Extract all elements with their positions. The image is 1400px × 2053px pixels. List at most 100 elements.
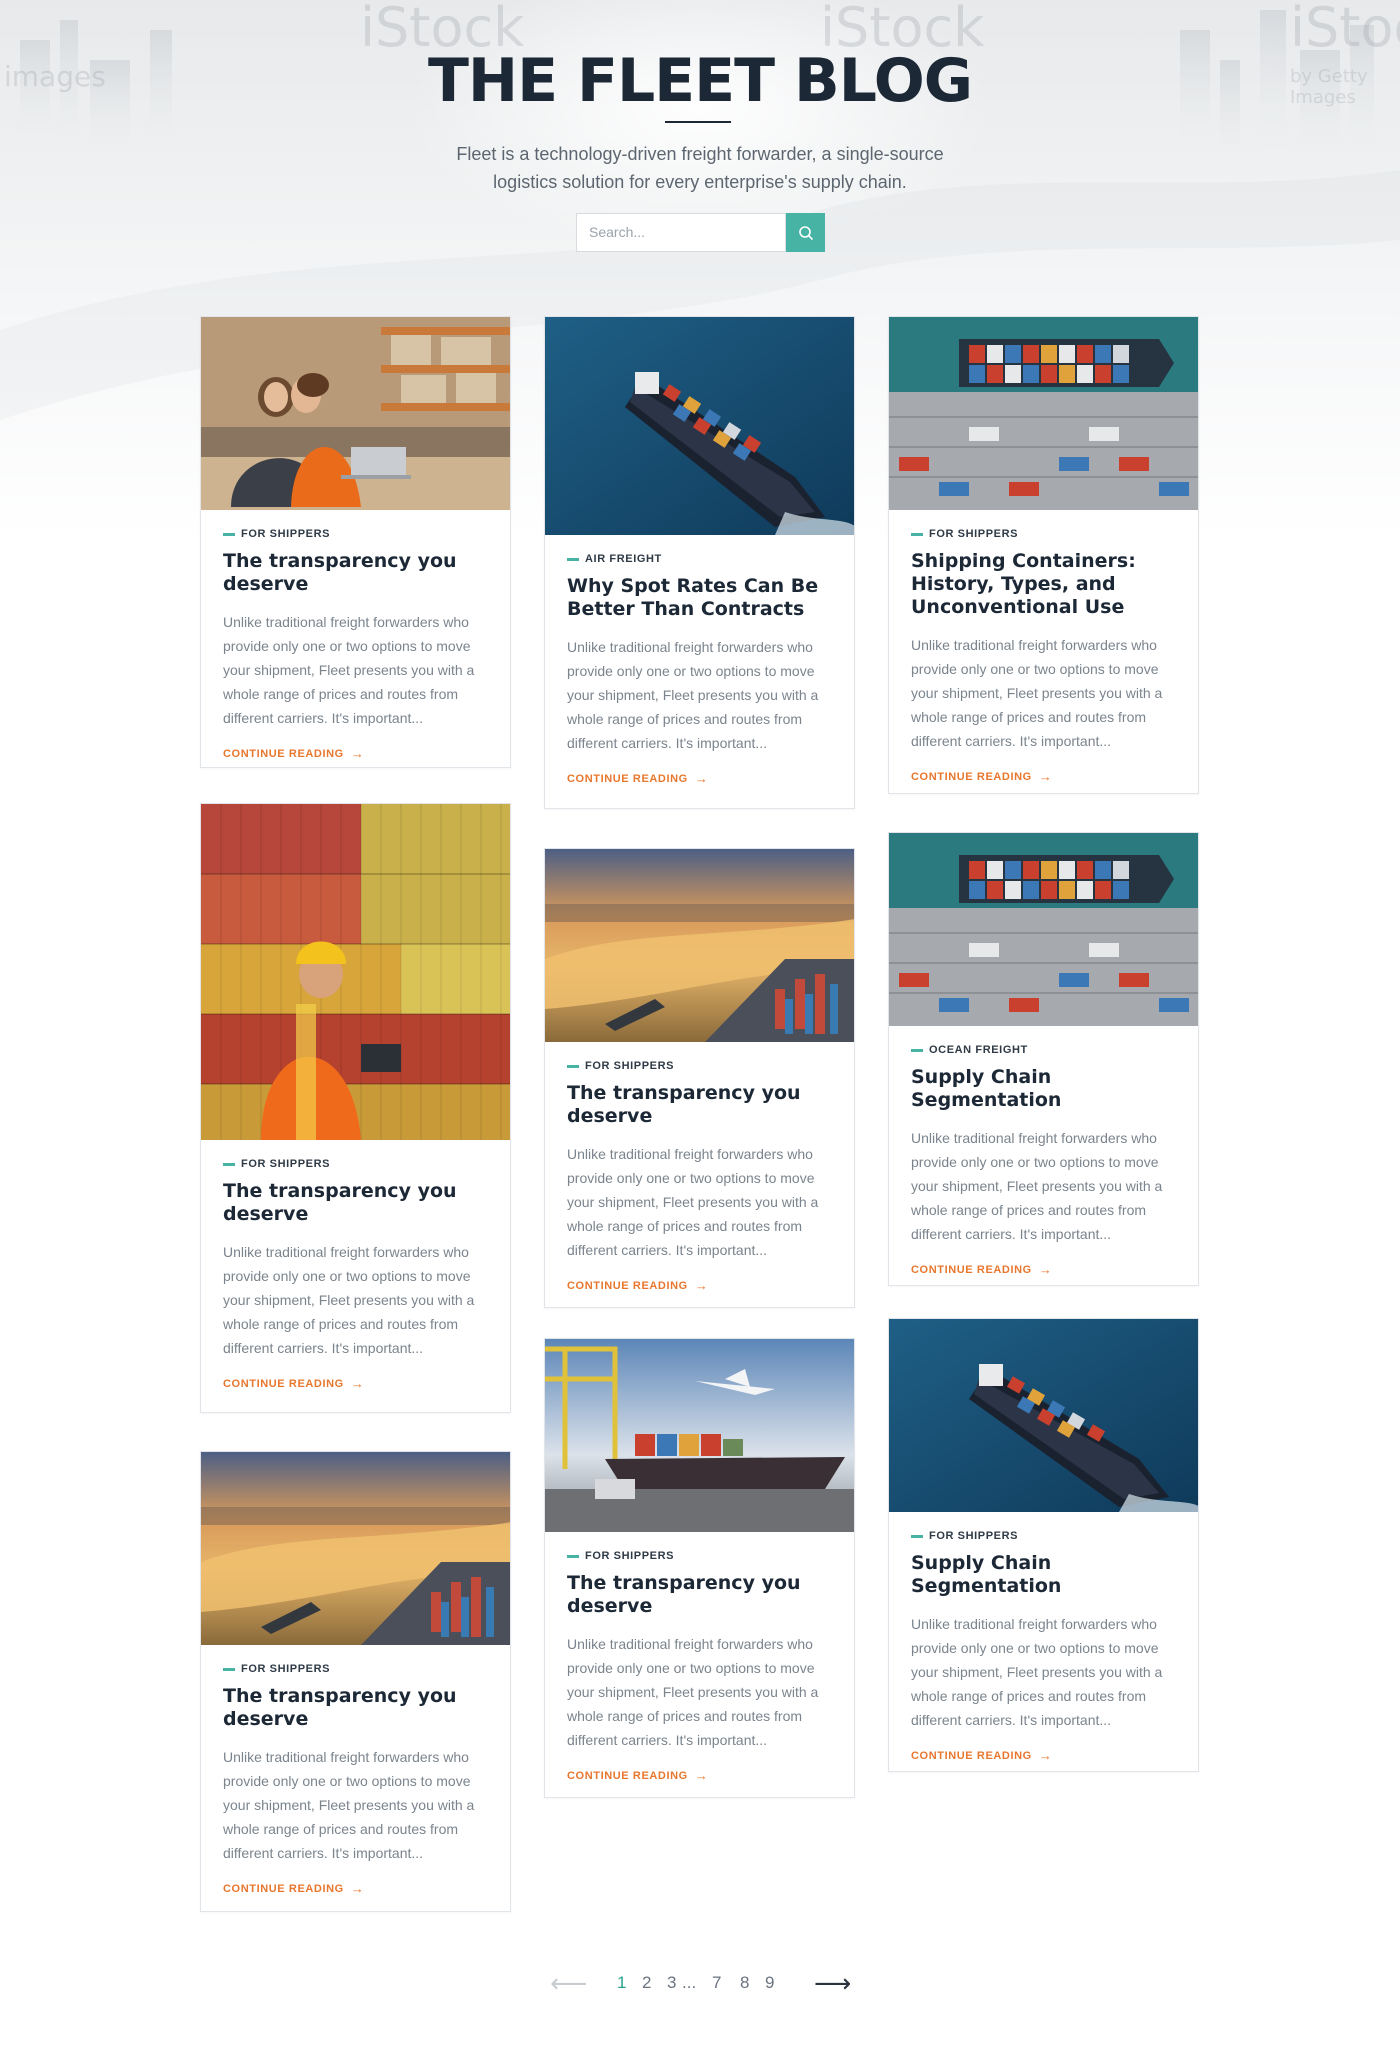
post-image[interactable] <box>889 317 1198 510</box>
excerpt-line: different carriers. It's important... <box>911 1226 1112 1242</box>
category-dash <box>567 557 579 561</box>
category-label: FOR SHIPPERS <box>585 1060 675 1072</box>
post-excerpt: Unlike traditional freight forwarders wh… <box>223 1240 488 1360</box>
arrow-right-icon: → <box>350 1881 365 1896</box>
post-category: AIR FREIGHT <box>567 552 832 566</box>
post-title[interactable]: Why Spot Rates Can Be Better Than Contrac… <box>567 575 832 621</box>
continue-label: CONTINUE READING <box>223 747 344 760</box>
post-title[interactable]: The transparency you deserve <box>567 1082 832 1128</box>
continue-reading-link[interactable]: CONTINUE READING → <box>911 769 1176 784</box>
excerpt-line: Unlike traditional freight forwarders wh… <box>911 1130 1157 1146</box>
post-card[interactable]: AIR FREIGHT Why Spot Rates Can Be Better … <box>544 316 855 809</box>
continue-reading-link[interactable]: CONTINUE READING → <box>567 1768 832 1783</box>
post-card[interactable]: FOR SHIPPERS The transparency you deserve… <box>544 1338 855 1798</box>
excerpt-line: whole range of prices and routes from <box>567 1218 803 1234</box>
continue-label: CONTINUE READING <box>567 1279 688 1292</box>
arrow-right-icon[interactable]: ⟶ <box>814 1968 851 1999</box>
continue-reading-link[interactable]: CONTINUE READING → <box>223 1881 488 1896</box>
post-card[interactable]: FOR SHIPPERS The transparency you deserve… <box>544 848 855 1308</box>
post-image[interactable] <box>889 833 1198 1026</box>
search-button[interactable] <box>786 213 825 252</box>
post-card[interactable]: FOR SHIPPERS The transparency you deserve… <box>200 316 511 768</box>
search-icon <box>798 225 813 240</box>
category-label: FOR SHIPPERS <box>241 1158 331 1170</box>
page-link-1[interactable]: 1 <box>617 1973 626 1993</box>
excerpt-line: different carriers. It's important... <box>567 1732 768 1748</box>
post-image[interactable] <box>889 1319 1198 1512</box>
title-line: The transparency you <box>567 1572 801 1594</box>
page-link-7[interactable]: 7 <box>712 1973 721 1993</box>
continue-reading-link[interactable]: CONTINUE READING → <box>223 1376 488 1391</box>
title-line: Shipping Containers: <box>911 550 1136 572</box>
post-body: FOR SHIPPERS The transparency you deserve… <box>223 527 488 761</box>
warehouse-workers-photo <box>201 317 510 510</box>
post-card[interactable]: FOR SHIPPERS The transparency you deserve… <box>200 1451 511 1912</box>
title-line: deserve <box>223 573 309 595</box>
post-title[interactable]: The transparency you deserve <box>223 1685 488 1731</box>
continue-reading-link[interactable]: CONTINUE READING → <box>911 1262 1176 1277</box>
title-line: Supply Chain <box>911 1552 1052 1574</box>
excerpt-line: whole range of prices and routes from <box>911 1202 1147 1218</box>
excerpt-line: your shipment, Fleet presents you with a <box>567 1194 819 1210</box>
post-category: FOR SHIPPERS <box>911 527 1176 541</box>
continue-label: CONTINUE READING <box>223 1377 344 1390</box>
continue-reading-link[interactable]: CONTINUE READING → <box>567 1278 832 1293</box>
excerpt-line: Unlike traditional freight forwarders wh… <box>223 614 469 630</box>
post-body: OCEAN FREIGHT Supply Chain Segmentation U… <box>911 1043 1176 1277</box>
arrow-left-icon[interactable]: ⟵ <box>550 1968 587 1999</box>
continue-label: CONTINUE READING <box>911 1263 1032 1276</box>
post-title[interactable]: Supply Chain Segmentation <box>911 1552 1176 1598</box>
post-body: FOR SHIPPERS Shipping Containers: History… <box>911 527 1176 784</box>
excerpt-line: whole range of prices and routes from <box>567 711 803 727</box>
container-port-aerial-photo <box>889 833 1198 1026</box>
post-image[interactable] <box>201 317 510 510</box>
post-card[interactable]: FOR SHIPPERS Shipping Containers: History… <box>888 316 1199 794</box>
excerpt-line: different carriers. It's important... <box>223 1845 424 1861</box>
post-card[interactable]: FOR SHIPPERS Supply Chain Segmentation Un… <box>888 1318 1199 1772</box>
post-image[interactable] <box>545 849 854 1042</box>
post-image[interactable] <box>545 317 854 535</box>
title-line: Supply Chain <box>911 1066 1052 1088</box>
post-image[interactable] <box>201 1452 510 1645</box>
continue-reading-link[interactable]: CONTINUE READING → <box>567 771 832 786</box>
cargo-ship-sea-photo <box>545 317 854 535</box>
post-body: FOR SHIPPERS Supply Chain Segmentation Un… <box>911 1529 1176 1763</box>
post-body: FOR SHIPPERS The transparency you deserve… <box>223 1662 488 1896</box>
arrow-right-icon: → <box>694 771 709 786</box>
post-title[interactable]: The transparency you deserve <box>567 1572 832 1618</box>
post-title[interactable]: The transparency you deserve <box>223 1180 488 1226</box>
post-body: FOR SHIPPERS The transparency you deserve… <box>223 1157 488 1391</box>
post-excerpt: Unlike traditional freight forwarders wh… <box>567 635 832 755</box>
post-excerpt: Unlike traditional freight forwarders wh… <box>911 633 1176 753</box>
excerpt-line: Unlike traditional freight forwarders wh… <box>911 637 1157 653</box>
excerpt-line: provide only one or two options to move <box>567 1660 815 1676</box>
post-title[interactable]: The transparency you deserve <box>223 550 488 596</box>
continue-label: CONTINUE READING <box>223 1882 344 1895</box>
arrow-right-icon: → <box>694 1278 709 1293</box>
excerpt-line: provide only one or two options to move <box>911 1640 1159 1656</box>
page-link-8[interactable]: 8 <box>740 1973 749 1993</box>
excerpt-line: your shipment, Fleet presents you with a <box>223 662 475 678</box>
excerpt-line: your shipment, Fleet presents you with a <box>567 1684 819 1700</box>
post-image[interactable] <box>201 804 510 1140</box>
page-ellipsis: ... <box>682 1973 697 1992</box>
excerpt-line: whole range of prices and routes from <box>911 1688 1147 1704</box>
post-title[interactable]: Shipping Containers: History, Types, and U… <box>911 550 1176 619</box>
page-link-2[interactable]: 2 <box>642 1973 651 1993</box>
post-card[interactable]: OCEAN FREIGHT Supply Chain Segmentation U… <box>888 832 1199 1286</box>
post-image[interactable] <box>545 1339 854 1532</box>
post-category: FOR SHIPPERS <box>223 1662 488 1676</box>
continue-reading-link[interactable]: CONTINUE READING → <box>223 746 488 761</box>
title-line: deserve <box>567 1105 653 1127</box>
category-dash <box>911 532 923 536</box>
excerpt-line: your shipment, Fleet presents you with a <box>911 1664 1163 1680</box>
continue-reading-link[interactable]: CONTINUE READING → <box>911 1748 1176 1763</box>
page-link-3[interactable]: 3 <box>667 1973 676 1993</box>
post-title[interactable]: Supply Chain Segmentation <box>911 1066 1176 1112</box>
search-input[interactable]: Search... <box>576 213 786 252</box>
continue-label: CONTINUE READING <box>911 1749 1032 1762</box>
page-link-9[interactable]: 9 <box>765 1973 774 1993</box>
category-label: OCEAN FREIGHT <box>929 1044 1028 1056</box>
post-body: AIR FREIGHT Why Spot Rates Can Be Better … <box>567 552 832 786</box>
post-card[interactable]: FOR SHIPPERS The transparency you deserve… <box>200 803 511 1413</box>
